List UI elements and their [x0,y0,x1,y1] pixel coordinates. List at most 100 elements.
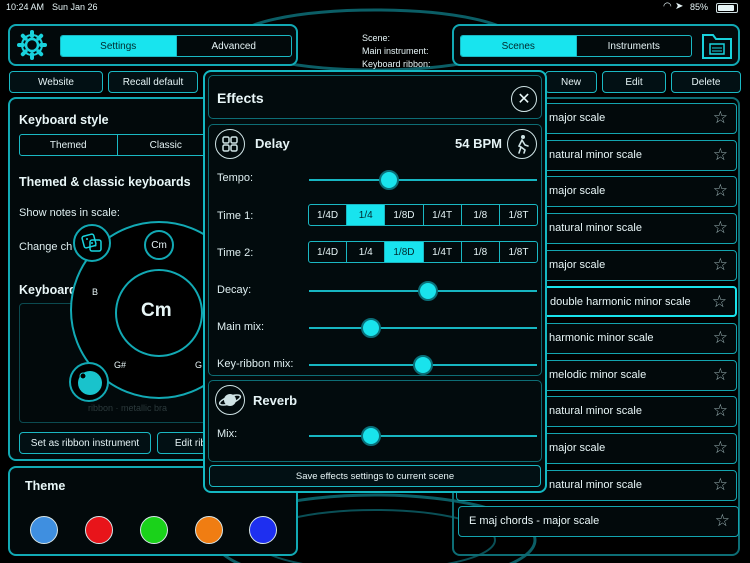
favorite-star-icon[interactable]: ☆ [713,219,728,236]
delay-title: Delay [255,136,290,151]
effects-title: Effects [217,90,264,106]
scene-name: major scale [549,112,606,124]
main-mix-slider-track[interactable] [309,327,537,329]
time2-option[interactable]: 1/8D [385,242,424,262]
tab-advanced[interactable]: Advanced [177,36,292,56]
time2-option[interactable]: 1/8 [462,242,500,262]
time2-option[interactable]: 1/4D [309,242,348,262]
scene-name: natural minor scale [549,405,642,417]
folder-icon[interactable] [700,30,734,62]
time1-option[interactable]: 1/4D [309,205,348,225]
gear-icon[interactable] [16,29,48,61]
change-chords-label: Change ch [19,241,73,253]
delete-scene-button[interactable]: Delete [671,71,741,93]
new-scene-button[interactable]: New [545,71,597,93]
scene-name: melodic minor scale [549,369,647,381]
scene-name: major scale [549,259,606,271]
effects-modal: Effects ✕ Delay 54 BPM Tempo: Time 1: 1/… [203,70,547,493]
scene-name: harmonic minor scale [549,332,654,344]
theme-color-darkblue[interactable] [249,516,277,544]
favorite-star-icon[interactable]: ☆ [713,439,728,456]
theme-color-red[interactable] [85,516,113,544]
battery-icon [716,3,738,13]
time2-option[interactable]: 1/4T [424,242,462,262]
keyboard-style-heading: Keyboard style [19,113,109,127]
favorite-star-icon[interactable]: ☆ [713,256,728,273]
settings-tabs: Settings Advanced [60,35,292,57]
scene-name: E maj chords - major scale [469,515,600,527]
chord-top[interactable]: Cm [144,230,174,260]
tempo-slider-track[interactable] [309,179,537,181]
tap-tempo-icon[interactable] [507,129,537,159]
style-classic-option[interactable]: Classic [118,135,215,155]
main-mix-slider-thumb[interactable] [360,318,381,338]
time2-option[interactable]: 1/4 [347,242,386,262]
scenes-tabs: Scenes Instruments [460,35,692,57]
reverb-mix-slider-thumb[interactable] [360,426,381,446]
effects-header: Effects ✕ [208,75,542,119]
edit-scene-button[interactable]: Edit [602,71,666,93]
delay-icon [215,129,245,159]
main-mix-label: Main mix: [217,321,265,333]
key-ribbon-mix-slider-thumb[interactable] [413,355,433,375]
location-icon: ➤ [675,1,684,12]
set-ribbon-instrument-button[interactable]: Set as ribbon instrument [19,432,151,454]
keyboard-heading: Keyboard [19,283,77,297]
favorite-star-icon[interactable]: ☆ [715,512,730,529]
favorite-star-icon[interactable]: ☆ [712,293,727,310]
favorite-star-icon[interactable]: ☆ [713,366,728,383]
chord-right[interactable]: G [195,360,202,370]
scene-list-item[interactable]: E maj chords - major scale ☆ [458,506,739,537]
reverb-section: Reverb Mix: [208,380,542,462]
chord-left[interactable]: B [92,287,98,297]
show-notes-label: Show notes in scale: [19,207,120,219]
status-time: 10:24 AM [6,2,45,12]
tab-instruments[interactable]: Instruments [577,36,692,56]
time1-option[interactable]: 1/4T [424,205,462,225]
favorite-star-icon[interactable]: ☆ [713,476,728,493]
favorite-star-icon[interactable]: ☆ [713,402,728,419]
tempo-slider-thumb[interactable] [378,170,399,190]
time1-option[interactable]: 1/8 [462,205,500,225]
tab-settings[interactable]: Settings [61,36,177,56]
close-icon[interactable]: ✕ [511,86,537,112]
time1-option[interactable]: 1/8T [500,205,537,225]
scene-name: natural minor scale [549,149,642,161]
dice-icon[interactable] [73,224,111,262]
save-effects-button[interactable]: Save effects settings to current scene [209,465,541,487]
time1-option[interactable]: 1/8D [385,205,424,225]
favorite-star-icon[interactable]: ☆ [713,146,728,163]
chord-center[interactable]: Cm [141,300,172,322]
website-button[interactable]: Website [9,71,103,93]
scene-label: Scene: [362,33,391,43]
top-right-panel: Scenes Instruments [452,24,740,66]
tab-scenes[interactable]: Scenes [461,36,577,56]
theme-color-blue[interactable] [30,516,58,544]
favorite-star-icon[interactable]: ☆ [713,182,728,199]
edit-ribbon-button[interactable]: Edit rib [157,432,209,454]
top-left-panel: Settings Advanced [8,24,298,66]
theme-color-orange[interactable] [195,516,223,544]
style-themed-option[interactable]: Themed [20,135,118,155]
tempo-label: Tempo: [217,172,254,184]
reverb-mix-slider-track[interactable] [309,435,537,437]
key-ribbon-mix-label: Key-ribbon mix: [217,358,294,370]
time1-label: Time 1: [217,210,254,222]
recall-default-button[interactable]: Recall default [108,71,198,93]
scene-name: major scale [549,185,606,197]
time2-option[interactable]: 1/8T [500,242,537,262]
main-instrument-label: Main instrument: [362,46,429,56]
delay-section: Delay 54 BPM Tempo: Time 1: 1/4D 1/4 1/8D 1… [208,124,542,376]
favorite-star-icon[interactable]: ☆ [713,329,728,346]
battery-percent: 85% [690,2,709,12]
favorite-star-icon[interactable]: ☆ [713,109,728,126]
themed-keyboards-heading: Themed & classic keyboards [19,175,191,189]
time1-option[interactable]: 1/4 [347,205,386,225]
decay-slider-thumb[interactable] [417,281,438,301]
theme-color-green[interactable] [140,516,168,544]
keyboard-style-selector: Themed Classic [19,134,215,156]
keyboard-ribbon-label: Keyboard ribbon: [362,59,431,69]
knob-icon[interactable] [69,362,109,402]
wifi-icon: ◠ [663,1,672,12]
chord-bottom-left[interactable]: G# [114,360,126,370]
